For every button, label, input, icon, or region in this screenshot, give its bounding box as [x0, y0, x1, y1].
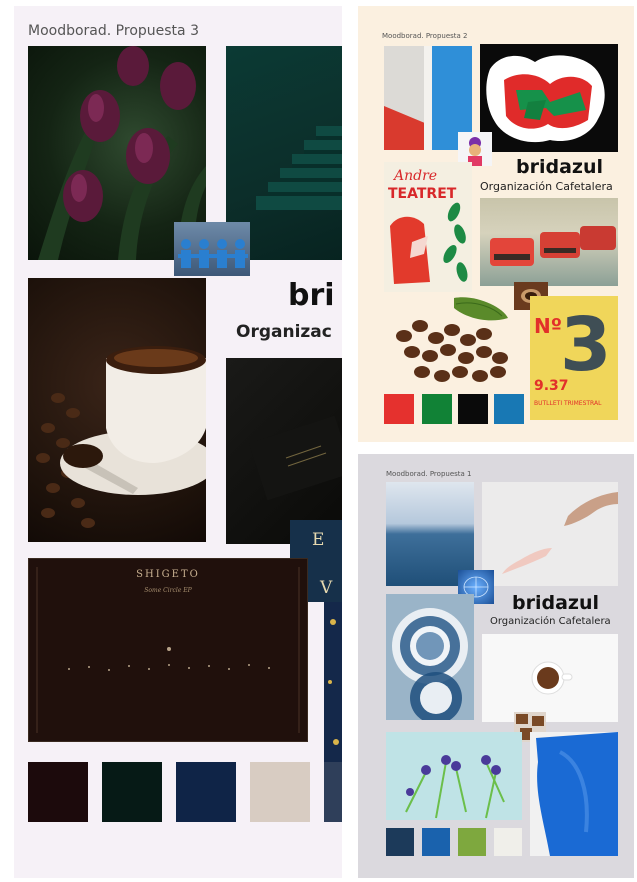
avatar-sticker: [458, 132, 492, 166]
theatre-poster: Andre TEATRET: [384, 162, 472, 292]
black-cards-photo: [226, 358, 342, 544]
moodboard-2: Moodborad. Propuesta 2 bridazul Organiza…: [358, 6, 634, 442]
hands-illustration: [480, 44, 618, 152]
blue-paint-photo: [530, 732, 618, 856]
number-poster-big: 3: [560, 302, 612, 388]
moodboard-1-subtitle: Organización Cafetalera: [490, 616, 611, 627]
moodboard-2-title: Moodborad. Propuesta 2: [382, 32, 468, 40]
coffee-beans-photo: [384, 296, 514, 392]
b2-swatch-1: [384, 394, 414, 424]
b3-swatch-5: [324, 762, 342, 822]
coffee-top-photo: [482, 634, 618, 722]
sign-letter-1: E: [312, 530, 325, 550]
blue-plates-photo: [386, 594, 474, 724]
sign-letter-3: V: [320, 578, 333, 598]
number-poster-small: Nº: [534, 314, 563, 338]
b3-swatch-4: [250, 762, 310, 822]
album-cover-photo: SHIGETO Some Circle EP: [28, 558, 308, 742]
b2-swatch-2: [422, 394, 452, 424]
number-poster-caption: BUTLLETI TRIMESTRAL: [534, 400, 602, 407]
typewriters-photo: [480, 198, 618, 286]
b1-swatch-2: [422, 828, 450, 856]
number-poster-year: 9.37: [534, 378, 569, 394]
b3-swatch-1: [28, 762, 88, 822]
iris-flowers-photo: [386, 732, 522, 820]
b2-swatch-4: [494, 394, 524, 424]
moodboard-2-subtitle: Organización Cafetalera: [480, 180, 613, 193]
paper-people-photo: [174, 222, 250, 276]
moodboard-3-title: Moodborad. Propuesta 3: [28, 23, 199, 39]
hands-photo: [482, 482, 618, 586]
moodboard-1-title: Moodborad. Propuesta 1: [386, 470, 472, 478]
b3-swatch-3: [176, 762, 236, 822]
b1-swatch-3: [458, 828, 486, 856]
coffee-cup-photo: [28, 278, 216, 542]
moodboard-3-brand: bri: [288, 278, 335, 313]
moodboard-3: Moodborad. Propuesta 3 bri Organizac E V…: [14, 6, 342, 878]
moodboard-2-brand: bridazul: [516, 156, 604, 178]
b2-swatch-3: [458, 394, 488, 424]
b3-swatch-2: [102, 762, 162, 822]
moodboard-3-subtitle: Organizac: [236, 322, 332, 342]
number-poster: Nº 3 9.37 BUTLLETI TRIMESTRAL: [530, 296, 618, 420]
moodboard-1: Moodborad. Propuesta 1 bridazul Organiza…: [358, 454, 634, 878]
b1-swatch-4: [494, 828, 522, 856]
moodboard-1-brand: bridazul: [512, 592, 600, 614]
b1-swatch-1: [386, 828, 414, 856]
